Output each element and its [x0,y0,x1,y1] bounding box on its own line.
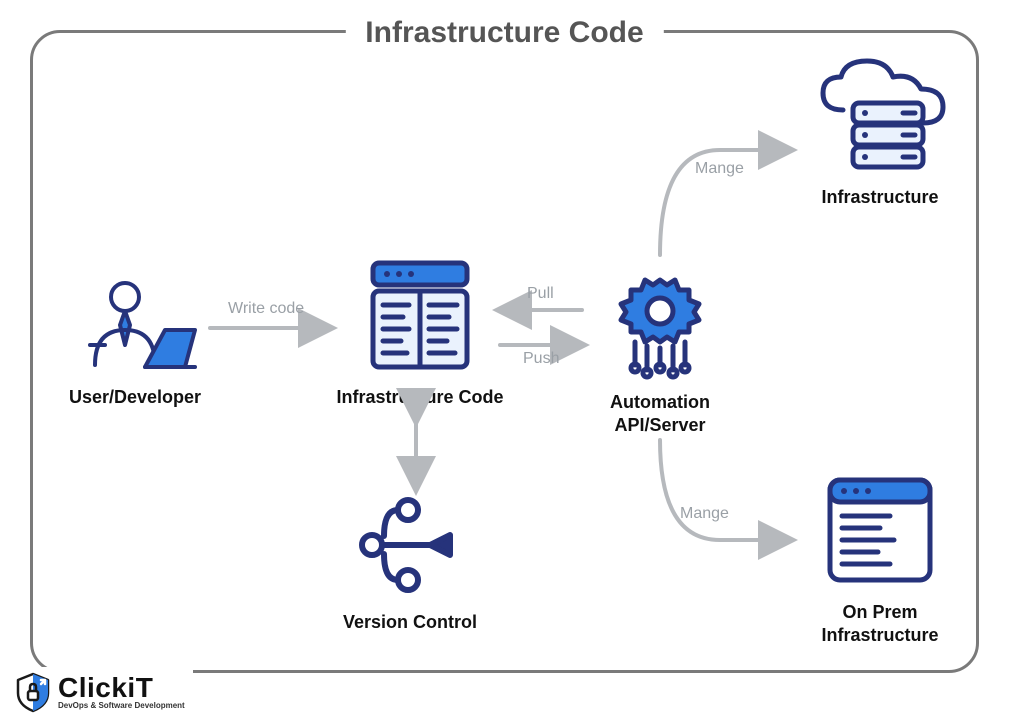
edge-label-manage-bottom: Mange [680,505,729,523]
edge-label-write-code: Write code [228,300,304,318]
logo-brand-text: ClickiT [58,674,185,702]
arrow-manage-bottom [660,440,790,540]
edge-label-pull: Pull [527,285,554,303]
brand-logo: ClickiT DevOps & Software Development [10,667,193,717]
arrows-layer [0,0,1009,723]
logo-tagline-text: DevOps & Software Development [58,702,185,710]
edge-label-push: Push [523,350,559,368]
shield-lock-icon [14,671,52,713]
edge-label-manage-top: Mange [695,160,744,178]
